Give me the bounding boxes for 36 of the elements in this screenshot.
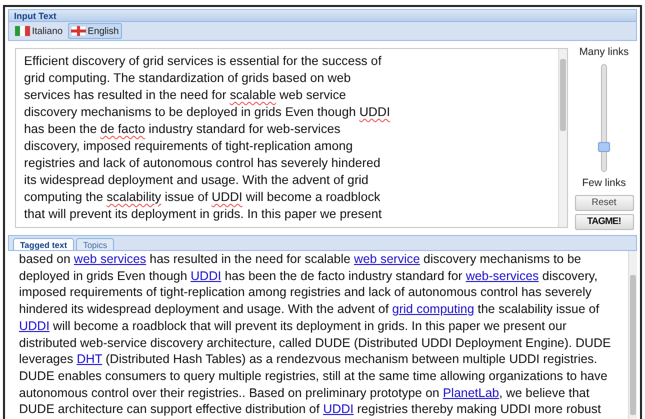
text-line: Efficient discovery of grid services is essential for the success of [24, 53, 382, 70]
tab[interactable]: Topics [76, 238, 114, 250]
scrollbar[interactable] [628, 251, 637, 419]
slider-track[interactable] [601, 64, 607, 172]
link[interactable]: grid computing [392, 302, 474, 316]
link[interactable]: PlanetLab [442, 386, 500, 400]
text-line: grid computing. The standardization of grids based on web [24, 70, 352, 87]
link[interactable]: web-services [466, 268, 539, 283]
text-line: discovery mechanisms to be deployed in grids Even though UDDI [24, 104, 392, 121]
flag-icon [15, 26, 30, 36]
tagged-text-paragraph: based on web services has resulted in the need for scalable web service discovery mechanisms to be deployed in grids Even though UDDI has been the de facto industry standard for web-services discovery, imposed requirements of tight-replication among registries and lack of autonomous control has severely hindered its widespread deployment and usage. With the advent of grid computing the scalability issue of UDDI will become a roadblock that will prevent its deployment in grids. In this paper we present our distributed web-service discovery architecture, called DUDE (Distributed UDDI Deployment Engine). DUDE leverages DHT (Distributed Hash Tables) as a rendezvous mechanism between multiple UDDI registries. DUDE enables consumers to query multiple registries, still at the same time allowing organizations to have autonomous control over their registries.. Based on preliminary prototype on PlanetLab, we believe that DUDE architecture can support effective distribution of UDDI registries thereby making UDDI more robust [18, 251, 612, 418]
text-line: registries and lack of autonomous control has severely hindered [24, 155, 382, 172]
text-line: services has resulted in the need for scalable web service [24, 87, 348, 104]
tab[interactable]: Tagged text [13, 238, 74, 250]
slider-label: Many links [579, 45, 629, 60]
text-line: has been the de facto industry standard for web-services [24, 121, 342, 138]
link[interactable]: UDDI [323, 402, 354, 416]
slider-thumb[interactable] [598, 142, 610, 152]
link[interactable]: web service [354, 252, 420, 266]
link[interactable]: UDDI [190, 268, 222, 283]
flag-icon [70, 26, 86, 36]
link[interactable]: UDDI [19, 318, 50, 333]
language-button[interactable]: Italiano [12, 23, 66, 39]
panel-title: Input Text [8, 9, 637, 22]
link[interactable]: web services [74, 252, 146, 266]
language-button[interactable]: English [68, 23, 122, 39]
link[interactable]: DHT [76, 352, 102, 366]
tag-button[interactable]: TAGME! [574, 214, 634, 230]
scrollbar[interactable] [558, 49, 567, 227]
text-line: that will prevent its deployment in grids. In this paper we present [24, 206, 383, 223]
input-text-area[interactable] [15, 48, 568, 228]
slider-label: Few links [582, 176, 626, 191]
text-line: discovery, imposed requirements of tight-replication among [24, 138, 354, 155]
text-line: computing the scalability issue of UDDI will become a roadblock [24, 189, 382, 206]
reset-button[interactable]: Reset [574, 194, 634, 210]
text-line: its widespread deployment and usage. With the advent of grid [24, 172, 370, 189]
